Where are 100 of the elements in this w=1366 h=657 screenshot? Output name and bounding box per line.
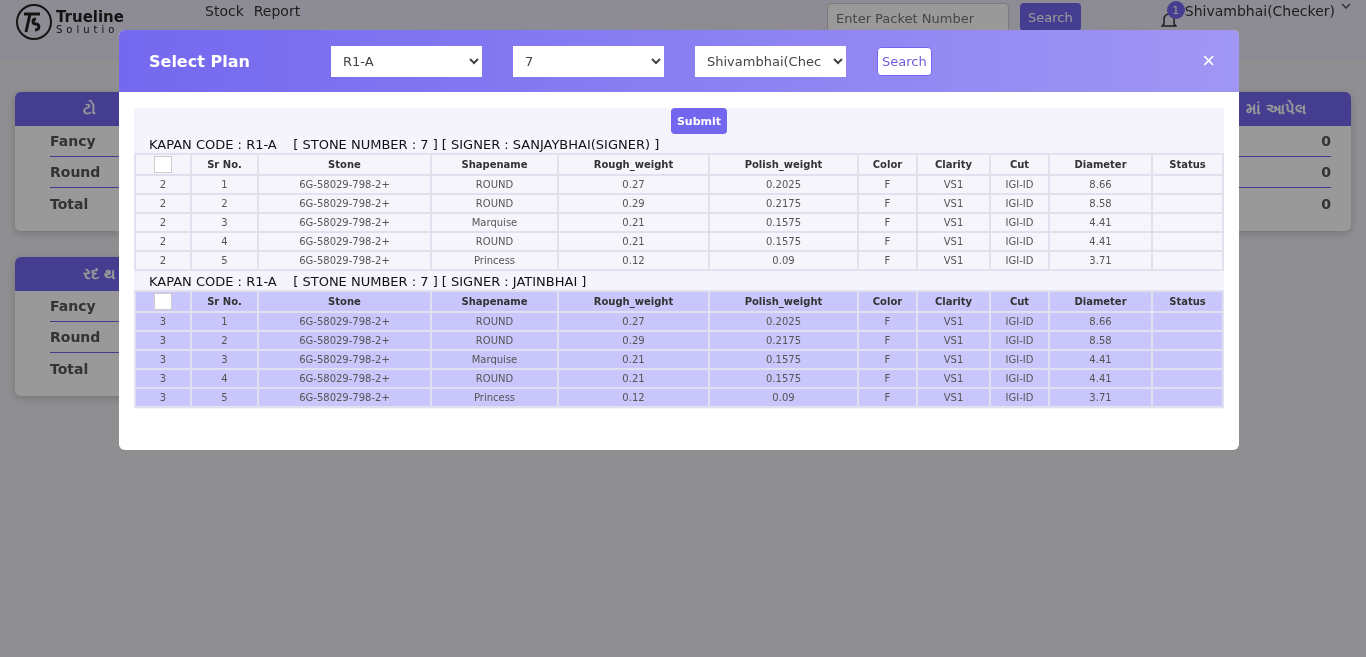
table-cell: 2 xyxy=(191,331,258,350)
table-cell: 3 xyxy=(191,350,258,369)
filter-select[interactable]: R1-A xyxy=(331,45,482,77)
table-cell: Princess xyxy=(431,251,558,270)
row-value: 0 xyxy=(1321,133,1331,149)
table-cell: VS1 xyxy=(917,350,990,369)
table-cell: 4 xyxy=(191,232,258,251)
table-cell: IGI-ID xyxy=(990,213,1049,232)
table-cell: 2 xyxy=(135,194,191,213)
table-cell: VS1 xyxy=(917,194,990,213)
table-cell: 6G-58029-798-2+ xyxy=(258,388,431,407)
notification-badge: 1 xyxy=(1166,1,1185,19)
column-header: Shapename xyxy=(431,154,558,175)
plan-table[interactable] xyxy=(134,290,1224,408)
row-value: 0 xyxy=(1321,164,1331,180)
table-cell: F xyxy=(858,232,917,251)
table-cell: 3 xyxy=(135,388,191,407)
table-cell: 0.2175 xyxy=(709,331,858,350)
table-cell: 0.2025 xyxy=(709,312,858,331)
column-header: Clarity xyxy=(917,291,990,312)
table-cell: F xyxy=(858,312,917,331)
table-cell: 1 xyxy=(191,312,258,331)
table-cell: 0.21 xyxy=(558,350,709,369)
column-header: Sr No. xyxy=(191,291,258,312)
table-cell: 3 xyxy=(191,213,258,232)
column-header: Status xyxy=(1152,154,1223,175)
logo-name: Trueline xyxy=(56,9,124,25)
select-all-checkbox[interactable] xyxy=(154,156,172,173)
table-cell: 0.21 xyxy=(558,369,709,388)
table-cell: 6G-58029-798-2+ xyxy=(258,369,431,388)
table-cell: F xyxy=(858,331,917,350)
table-cell: 0.29 xyxy=(558,194,709,213)
row-label: Total xyxy=(50,195,89,212)
table-cell: 0.29 xyxy=(558,331,709,350)
table-cell: 8.58 xyxy=(1049,331,1152,350)
table-cell: 8.66 xyxy=(1049,175,1152,194)
plan-title: KAPAN CODE : R1-A [ STONE NUMBER : 7 ] [ SIGNER : SANJAYBHAI(SIGNER) ] xyxy=(148,136,661,153)
table-cell: Princess xyxy=(431,388,558,407)
table-cell: 2 xyxy=(135,213,191,232)
table-cell: VS1 xyxy=(917,232,990,251)
table-cell: 3.71 xyxy=(1049,251,1152,270)
chevron-down-icon[interactable] xyxy=(1341,3,1351,9)
table-cell: 0.27 xyxy=(558,312,709,331)
row-label: Fancy xyxy=(50,133,96,149)
table-cell: VS1 xyxy=(917,213,990,232)
table-cell: 4.41 xyxy=(1049,369,1152,388)
dialog-title: Select Plan xyxy=(149,51,251,71)
table-cell: F xyxy=(858,350,917,369)
table-cell: 0.12 xyxy=(558,251,709,270)
table-cell: Marquise xyxy=(431,350,558,369)
table-cell: 3.71 xyxy=(1049,388,1152,407)
column-header: Color xyxy=(858,154,917,175)
table-cell: 6G-58029-798-2+ xyxy=(258,312,431,331)
column-header: Rough_weight xyxy=(558,291,709,312)
column-header: Shapename xyxy=(431,291,558,312)
table-cell: IGI-ID xyxy=(990,350,1049,369)
row-label: Fancy xyxy=(50,298,96,314)
table-cell: Marquise xyxy=(431,213,558,232)
row-label: Total xyxy=(50,360,89,377)
user-menu[interactable]: Shivambhai(Checker) xyxy=(1184,3,1335,19)
submit-button[interactable]: Submit xyxy=(670,108,728,134)
table-cell: 4.41 xyxy=(1049,213,1152,232)
table-cell: IGI-ID xyxy=(990,369,1049,388)
packet-search-field[interactable]: Enter Packet Number xyxy=(827,3,1010,33)
column-header: Clarity xyxy=(917,154,990,175)
plan-table[interactable] xyxy=(134,153,1224,271)
column-header: Polish_weight xyxy=(709,154,858,175)
table-cell: 6G-58029-798-2+ xyxy=(258,194,431,213)
filter-select[interactable]: Shivambhai(Chec xyxy=(695,45,846,77)
logo-subtitle: Solutio xyxy=(56,24,120,35)
table-cell: ROUND xyxy=(431,331,558,350)
column-header: Color xyxy=(858,291,917,312)
table-cell: 2 xyxy=(191,194,258,213)
table-cell: ROUND xyxy=(431,232,558,251)
column-header: Stone xyxy=(258,291,431,312)
table-cell: VS1 xyxy=(917,388,990,407)
table-cell: IGI-ID xyxy=(990,331,1049,350)
table-cell: ROUND xyxy=(431,175,558,194)
row-value: 0 xyxy=(1321,195,1331,212)
table-cell: ROUND xyxy=(431,369,558,388)
card-title: રદ થ xyxy=(83,265,117,283)
table-cell: 8.58 xyxy=(1049,194,1152,213)
table-cell: IGI-ID xyxy=(990,232,1049,251)
select-all-checkbox[interactable] xyxy=(154,293,172,310)
table-cell: VS1 xyxy=(917,369,990,388)
nav-link[interactable]: Stock xyxy=(205,3,244,19)
table-cell: 6G-58029-798-2+ xyxy=(258,331,431,350)
close-button[interactable]: × xyxy=(1196,47,1221,75)
column-header: Diameter xyxy=(1049,154,1152,175)
table-cell: 0.1575 xyxy=(709,232,858,251)
search-button[interactable]: Search xyxy=(1020,3,1081,31)
table-cell: 4 xyxy=(191,369,258,388)
search-button[interactable]: Search xyxy=(877,46,932,76)
table-cell: IGI-ID xyxy=(990,388,1049,407)
nav-link[interactable]: Report xyxy=(253,3,301,19)
table-cell: 0.21 xyxy=(558,232,709,251)
row-label: Round xyxy=(50,329,101,345)
filter-select[interactable]: 7 xyxy=(513,45,664,77)
table-cell: 3 xyxy=(135,331,191,350)
table-cell: F xyxy=(858,175,917,194)
